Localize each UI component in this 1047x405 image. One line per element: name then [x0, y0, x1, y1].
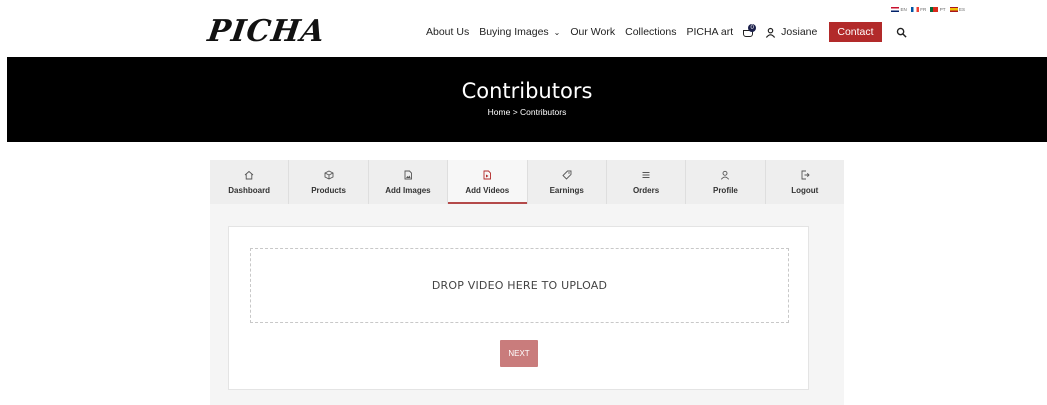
search-icon[interactable] — [896, 27, 907, 38]
language-pt[interactable]: PT — [930, 7, 946, 12]
tab-logout-label: Logout — [791, 186, 819, 195]
language-switcher: EN FR PT ES — [891, 7, 969, 12]
dashboard-tabs: Dashboard Products Add Images Add Videos… — [210, 160, 844, 204]
language-es-label: ES — [959, 7, 966, 12]
hero-banner: Contributors Home > Contributors — [7, 57, 1047, 142]
video-dropzone[interactable]: DROP VIDEO HERE TO UPLOAD — [250, 248, 789, 323]
spain-flag-icon — [949, 7, 958, 12]
logout-icon — [801, 170, 810, 180]
video-file-icon — [483, 170, 492, 180]
portugal-flag-icon — [930, 7, 939, 12]
language-es[interactable]: ES — [949, 7, 966, 12]
language-en-label: EN — [900, 7, 907, 12]
language-pt-label: PT — [939, 7, 946, 12]
tab-earnings[interactable]: Earnings — [528, 160, 607, 204]
home-icon — [244, 170, 254, 180]
nav-buying-images-label: Buying Images — [479, 26, 549, 38]
france-flag-icon — [910, 7, 919, 12]
chevron-down-icon: ⌄ — [553, 27, 561, 37]
cart-icon[interactable]: 0 — [743, 24, 757, 37]
nav-our-work[interactable]: Our Work — [570, 26, 615, 38]
tab-profile[interactable]: Profile — [686, 160, 766, 204]
nav-buying-images[interactable]: Buying Images ⌄ — [479, 26, 560, 38]
tab-profile-label: Profile — [712, 186, 738, 195]
tab-logout[interactable]: Logout — [766, 160, 844, 204]
list-icon — [642, 172, 650, 178]
user-icon — [721, 170, 730, 180]
language-en[interactable]: EN — [891, 7, 907, 12]
contributor-dashboard: Dashboard Products Add Images Add Videos… — [210, 160, 844, 405]
tab-dashboard[interactable]: Dashboard — [210, 160, 290, 204]
language-fr-label: FR — [920, 7, 927, 12]
breadcrumb[interactable]: Home > Contributors — [7, 107, 1047, 117]
cart-count-badge: 0 — [748, 24, 757, 32]
main-nav: About Us Buying Images ⌄ Our Work Collec… — [426, 22, 907, 42]
next-button[interactable]: NEXT — [500, 340, 538, 367]
tab-add-images[interactable]: Add Images — [369, 160, 449, 204]
language-fr[interactable]: FR — [910, 7, 927, 12]
user-icon — [766, 27, 776, 38]
tab-products-label: Products — [311, 186, 346, 195]
picha-logo[interactable]: PICHA — [206, 14, 328, 49]
image-file-icon — [404, 170, 412, 180]
contact-button[interactable]: Contact — [829, 22, 882, 42]
nav-picha-art[interactable]: PICHA art — [686, 26, 733, 38]
tab-add-images-label: Add Images — [385, 186, 431, 195]
box-icon — [324, 170, 334, 180]
tab-orders-label: Orders — [632, 186, 660, 195]
upload-card: DROP VIDEO HERE TO UPLOAD NEXT — [228, 226, 809, 390]
dropzone-text: DROP VIDEO HERE TO UPLOAD — [431, 279, 608, 292]
tab-add-videos-label: Add Videos — [465, 186, 510, 195]
page-title: Contributors — [461, 79, 593, 103]
tab-earnings-label: Earnings — [549, 186, 584, 195]
nav-about-us[interactable]: About Us — [426, 26, 469, 38]
nav-collections[interactable]: Collections — [625, 26, 676, 38]
tab-add-videos[interactable]: Add Videos — [448, 160, 528, 204]
tab-dashboard-label: Dashboard — [228, 186, 271, 195]
tab-orders[interactable]: Orders — [607, 160, 687, 204]
tag-icon — [562, 170, 572, 180]
uk-flag-icon — [891, 7, 899, 12]
user-name-link[interactable]: Josiane — [781, 26, 817, 38]
tab-products[interactable]: Products — [289, 160, 369, 204]
